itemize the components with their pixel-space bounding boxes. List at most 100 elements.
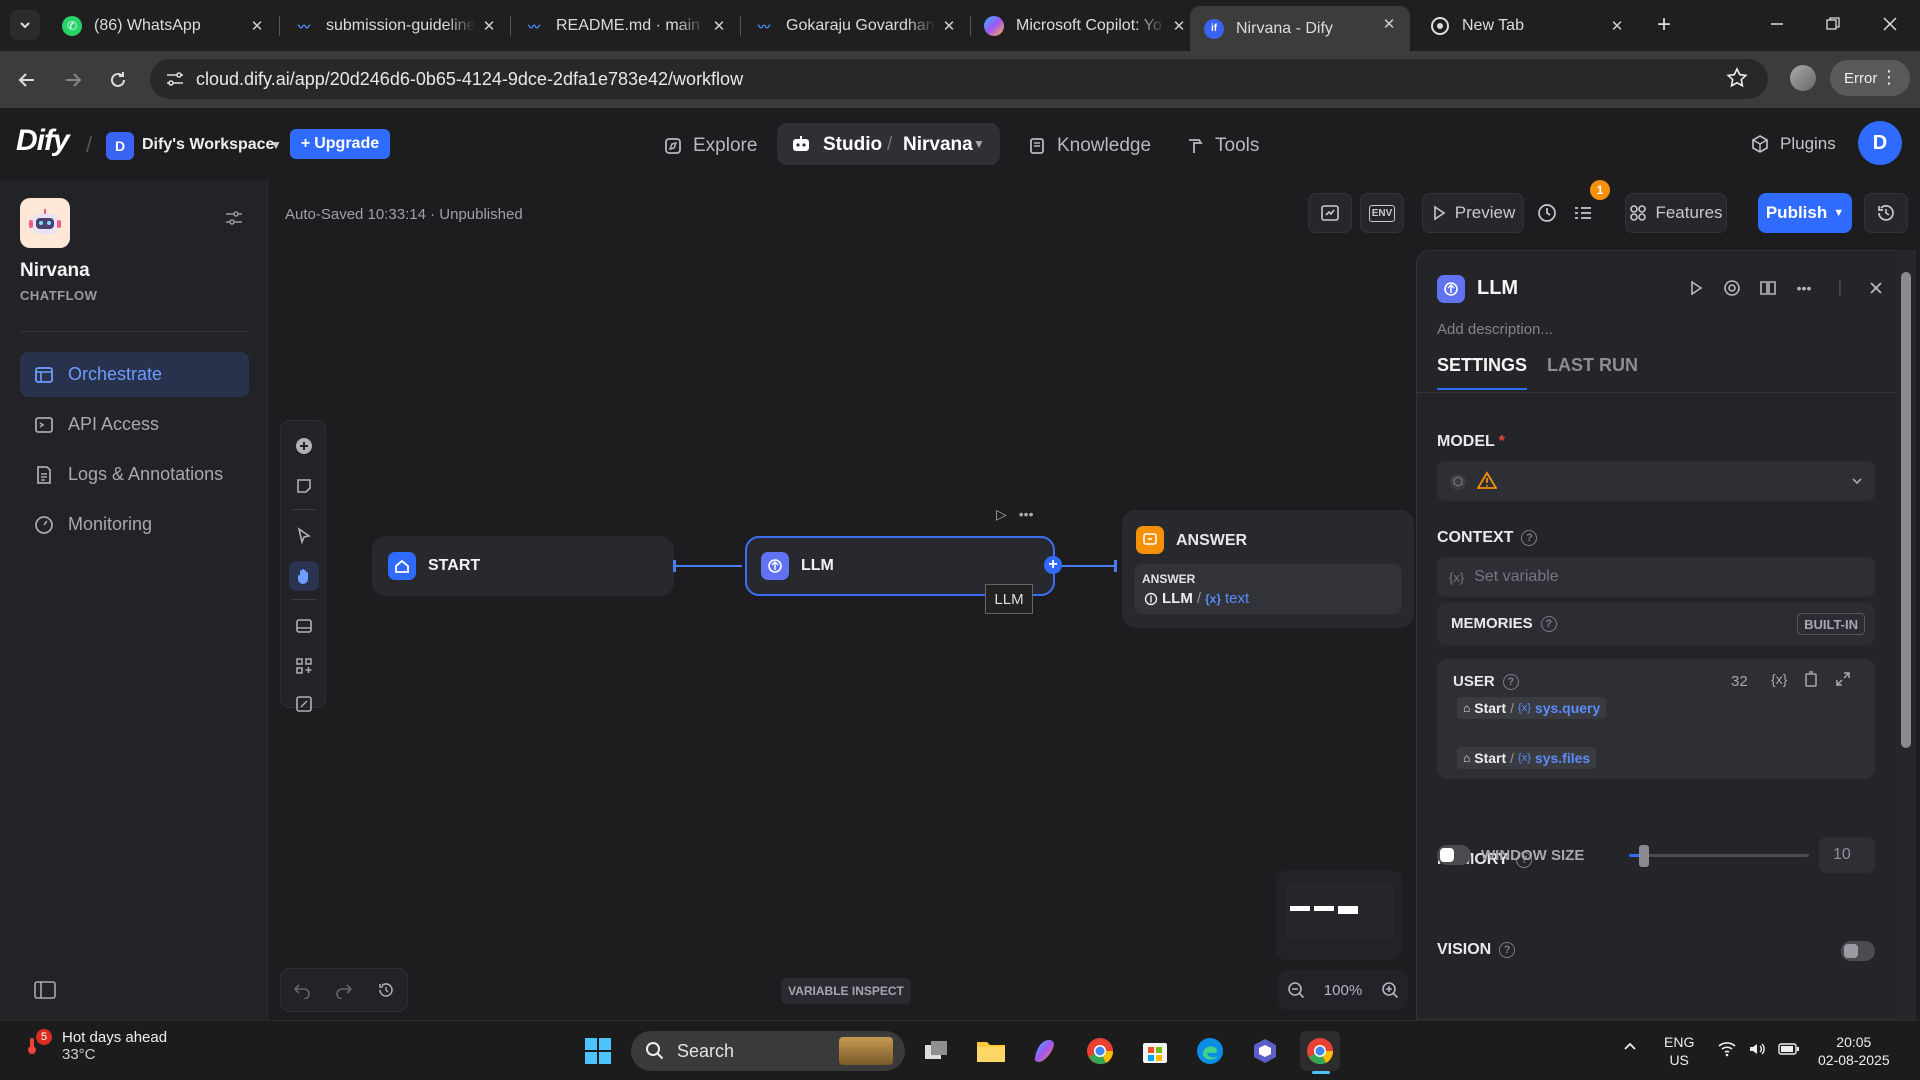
close-icon[interactable]: ✕ [710,17,728,35]
system-tray-icons[interactable] [1718,1041,1800,1057]
expand-icon[interactable] [1835,671,1851,687]
close-icon[interactable]: ✕ [1380,15,1398,33]
tab-whatsapp[interactable]: ✆ (86) WhatsApp ✕ [48,8,278,44]
restore-button[interactable] [1803,10,1863,38]
export-image-button[interactable] [289,611,319,641]
description-input[interactable]: Add description... [1437,321,1553,338]
close-icon[interactable]: ✕ [940,17,958,35]
features-button[interactable]: Features [1625,193,1727,233]
language-indicator[interactable]: ENG US [1664,1033,1694,1069]
help-icon[interactable]: ? [1521,530,1538,546]
file-explorer-icon[interactable] [971,1031,1011,1071]
sidebar-item-monitoring[interactable]: Monitoring [20,502,249,547]
checklist-view-button[interactable] [1308,193,1352,233]
tab-settings[interactable]: SETTINGS [1437,355,1528,390]
variable-inspect-button[interactable]: VARIABLE INSPECT [781,978,911,1004]
env-button[interactable]: ENV [1360,193,1404,233]
user-prompt-box[interactable]: USER ? 32 {x} ⌂ Start / {x} sys.query ⌂ … [1437,659,1875,779]
help-icon[interactable]: ? [1540,615,1557,632]
edge-app-icon[interactable] [1190,1031,1230,1071]
zoom-out-icon[interactable] [1287,981,1305,999]
context-variable-input[interactable]: {x} Set variable [1437,557,1875,597]
url-bar[interactable]: cloud.dify.ai/app/20d246d6-0b65-4124-9dc… [150,59,1768,99]
nav-knowledge[interactable]: Knowledge [1027,126,1151,166]
answer-node[interactable]: ANSWER ANSWER LLM / {x} text [1122,510,1414,628]
add-node-button[interactable] [289,431,319,461]
window-size-input[interactable]: 10 [1819,837,1875,873]
new-tab-button[interactable]: + [1650,11,1678,39]
user-avatar[interactable]: D [1858,121,1902,165]
checklist-icon[interactable] [1572,202,1594,224]
minimap-toggle-button[interactable] [289,689,319,719]
forward-button[interactable] [58,65,88,95]
show-hidden-icons[interactable] [1622,1039,1638,1055]
start-button[interactable] [578,1031,618,1071]
close-window-button[interactable] [1860,10,1920,38]
pointer-mode-button[interactable] [289,521,319,551]
play-icon[interactable]: ▷ [996,506,1007,523]
history-clock-icon[interactable] [1536,202,1558,224]
nav-tools[interactable]: Tools [1185,126,1259,166]
window-size-toggle[interactable] [1437,845,1471,865]
help-icon[interactable]: ? [1499,942,1516,958]
scroll-thumb[interactable] [1901,272,1911,748]
site-settings-icon[interactable] [162,67,188,91]
browser-profile-avatar[interactable] [1790,65,1816,91]
clock[interactable]: 20:05 02-08-2025 [1818,1033,1890,1069]
minimap[interactable] [1276,870,1402,960]
zoom-in-icon[interactable] [1381,981,1399,999]
add-next-node-button[interactable]: + [1044,556,1062,574]
nav-explore[interactable]: Explore [663,126,757,166]
help-link-icon[interactable] [1721,276,1743,300]
close-icon[interactable]: ✕ [480,17,498,35]
history-icon[interactable] [377,981,395,999]
book-open-icon[interactable] [1757,276,1779,300]
tab-nirvana-dify[interactable]: if Nirvana - Dify ✕ [1190,6,1410,51]
sidebar-item-api-access[interactable]: API Access [20,402,249,447]
hand-mode-button[interactable] [289,561,319,591]
weather-widget[interactable]: 5 Hot days ahead 33°C [24,1029,167,1063]
add-note-button[interactable] [289,471,319,501]
current-app-name[interactable]: Nirvana [903,134,973,156]
close-icon[interactable]: ✕ [1170,17,1188,35]
app-avatar[interactable] [20,198,70,248]
start-node[interactable]: START [372,536,674,596]
app-settings-icon[interactable] [225,210,243,226]
tab-readme[interactable]: 〰 README.md · main · ✕ [510,8,740,44]
taskbar-search[interactable]: Search [631,1031,905,1071]
panel-title[interactable]: LLM [1477,277,1518,300]
sidebar-item-logs[interactable]: Logs & Annotations [20,452,249,497]
nav-studio[interactable]: Studio / Nirvana ▼ [777,123,1000,165]
tab-copilot[interactable]: Microsoft Copilot: Yo ✕ [970,8,1200,44]
run-node-icon[interactable] [1685,276,1707,300]
chevron-down-icon[interactable]: ▼ [270,138,282,152]
bookmark-star-icon[interactable] [1726,67,1748,89]
copilot-app-icon[interactable] [1025,1031,1065,1071]
reload-button[interactable] [103,65,133,95]
copy-icon[interactable] [1803,671,1819,687]
variable-icon[interactable]: {x} [1771,671,1787,687]
redo-icon[interactable] [335,981,353,999]
sidebar-item-orchestrate[interactable]: Orchestrate [20,352,249,397]
model-select[interactable] [1437,461,1875,501]
upgrade-button[interactable]: + Upgrade [290,129,390,159]
plugins-button[interactable]: Plugins [1750,134,1836,154]
more-icon[interactable]: ••• [1793,276,1815,300]
slider-thumb[interactable] [1639,845,1649,867]
publish-button[interactable]: Publish ▼ [1758,193,1852,233]
dify-logo[interactable]: Dify [16,124,70,158]
sidebar-toggle-icon[interactable] [34,980,56,1000]
tab-new-tab[interactable]: New Tab ✕ [1416,8,1638,44]
close-icon[interactable] [1865,276,1887,300]
close-icon[interactable]: ✕ [1608,17,1626,35]
zoom-level[interactable]: 100% [1324,982,1362,999]
version-history-button[interactable] [1864,193,1908,233]
task-view-icon[interactable] [917,1031,957,1071]
vision-toggle[interactable] [1841,941,1875,961]
organize-button[interactable] [289,651,319,681]
undo-icon[interactable] [293,981,311,999]
app-launcher-icon[interactable] [1245,1031,1285,1071]
chrome-active-app-icon[interactable] [1300,1031,1340,1074]
preview-button[interactable]: Preview [1422,193,1524,233]
more-icon[interactable]: ••• [1019,506,1034,523]
